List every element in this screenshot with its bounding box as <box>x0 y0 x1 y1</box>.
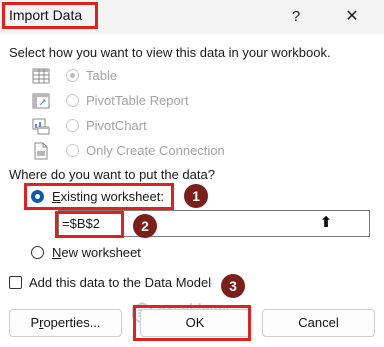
pivotchart-option-label: PivotChart <box>86 118 147 133</box>
collapse-dialog-button[interactable]: ⬆ <box>314 212 338 234</box>
collapse-dialog-icon: ⬆ <box>319 214 333 231</box>
new-worksheet-radio[interactable] <box>31 246 44 259</box>
connection-icon <box>34 142 48 160</box>
view-prompt: Select how you want to view this data in… <box>9 45 331 60</box>
title-bar: Import Data ? ✕ <box>0 0 384 34</box>
step-3-badge: 3 <box>221 274 245 298</box>
new-worksheet-label: New worksheet <box>52 245 141 260</box>
pivotchart-radio[interactable] <box>66 119 79 132</box>
step-2-badge: 2 <box>133 214 157 238</box>
help-button[interactable]: ? <box>282 4 310 30</box>
step-1-badge: 1 <box>184 184 208 208</box>
table-icon <box>32 68 50 84</box>
pivottable-radio[interactable] <box>66 94 79 107</box>
properties-button[interactable]: Properties... <box>9 309 122 337</box>
pivotchart-icon <box>32 118 50 135</box>
pivottable-option-label: PivotTable Report <box>86 93 189 108</box>
location-prompt: Where do you want to put the data? <box>9 167 215 182</box>
cancel-button[interactable]: Cancel <box>262 309 375 337</box>
connection-option-label: Only Create Connection <box>86 143 225 158</box>
data-model-label: Add this data to the Data Model <box>29 275 212 290</box>
import-data-dialog: Import Data ? ✕ Select how you want to v… <box>0 0 384 347</box>
table-option-label: Table <box>86 68 118 83</box>
existing-worksheet-radio[interactable] <box>31 190 44 203</box>
title-highlight-box <box>2 2 98 29</box>
close-button[interactable]: ✕ <box>338 4 366 30</box>
data-model-checkbox[interactable] <box>9 276 22 289</box>
table-radio[interactable] <box>66 69 79 82</box>
reference-value: =$B$2 <box>62 216 100 231</box>
pivottable-icon <box>32 93 50 109</box>
existing-worksheet-label: Existing worksheet: <box>52 189 164 204</box>
ok-highlight <box>133 305 251 341</box>
connection-radio[interactable] <box>66 144 79 157</box>
